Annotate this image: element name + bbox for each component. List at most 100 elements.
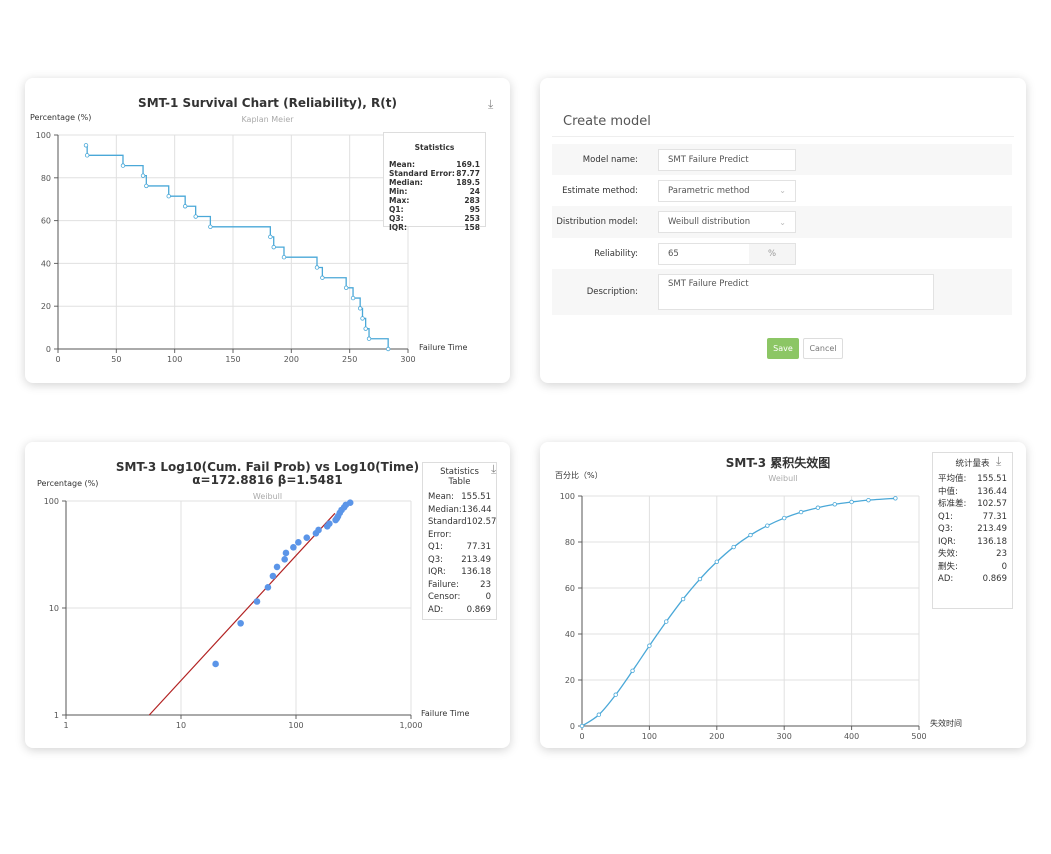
stats-label: Q3: xyxy=(938,524,953,534)
model-name-input[interactable]: SMT Failure Predict xyxy=(658,148,796,171)
stats-label: IQR: xyxy=(389,223,407,232)
stats-value: 24 xyxy=(469,187,480,196)
y-tick-label: 10 xyxy=(49,604,59,613)
data-point xyxy=(357,306,363,311)
stats-label: Q3: xyxy=(389,214,404,223)
download-icon[interactable]: ⤓ xyxy=(996,454,1001,469)
data-point xyxy=(765,523,770,528)
download-icon[interactable]: ⤓ xyxy=(488,97,493,112)
data-point xyxy=(613,692,618,697)
description-value: SMT Failure Predict xyxy=(668,279,749,289)
stats-row: AD: 0.869 xyxy=(938,573,1007,586)
data-point xyxy=(83,143,89,148)
data-point xyxy=(281,254,287,260)
stats-label: 失效: xyxy=(938,549,958,559)
stats-row: 平均值: 155.51 xyxy=(938,473,1007,486)
stats-row: Mean: 155.51 xyxy=(428,491,491,504)
x-tick-label: 400 xyxy=(844,732,859,741)
distribution-model-value: Weibull distribution xyxy=(668,217,751,227)
data-point xyxy=(253,598,261,605)
stats-value: 169.1 xyxy=(456,160,480,169)
estimate-method-select[interactable]: Parametric method ⌄ xyxy=(658,179,796,202)
stats-row: Median: 189.5 xyxy=(389,178,480,187)
x-tick-label: 10 xyxy=(176,721,186,730)
y-tick-label: 20 xyxy=(41,302,51,311)
data-point xyxy=(664,619,669,624)
stats-row: Min: 24 xyxy=(389,187,480,196)
data-point xyxy=(140,173,146,178)
stats-row: Q3: 213.49 xyxy=(938,523,1007,536)
x-tick-label: 0 xyxy=(579,732,584,741)
estimate-method-value: Parametric method xyxy=(668,185,750,196)
form-title: Create model xyxy=(563,114,651,129)
chevron-down-icon: ⌄ xyxy=(779,186,786,195)
stats-value: 136.44 xyxy=(461,504,492,515)
data-point xyxy=(120,163,126,168)
statistics-table: 统计量表 平均值: 155.51 中值: 136.44 标准差: 102.57 Q1: 77.3… xyxy=(932,452,1013,609)
stats-row: Q1: 77.31 xyxy=(428,541,491,554)
stats-label: Mean: xyxy=(389,160,415,169)
stats-value: 0.869 xyxy=(466,604,491,615)
data-point xyxy=(326,520,333,527)
data-point xyxy=(84,153,90,158)
survival-chart-card: 0 50 100 150 200 250 300 0 20 40 60 80 100 SMT-1 Sur… xyxy=(25,78,510,383)
y-axis-label: 百分比（%） xyxy=(555,471,603,480)
stats-value: 77.31 xyxy=(982,511,1007,522)
reliability-input[interactable]: 65% xyxy=(658,242,796,265)
stats-label: 标准差: xyxy=(938,499,967,509)
data-point xyxy=(630,668,635,673)
data-point xyxy=(303,534,311,541)
stats-row: Median: 136.44 xyxy=(428,504,492,517)
x-tick-label: 100 xyxy=(288,721,303,730)
x-axis-label: Failure Time xyxy=(421,709,470,718)
data-point xyxy=(360,316,365,321)
x-tick-label: 1,000 xyxy=(400,721,423,730)
stats-label: Standard Error: xyxy=(389,169,455,178)
data-point xyxy=(731,544,736,550)
y-tick-label: 40 xyxy=(565,630,575,639)
stats-row: Error: xyxy=(428,529,491,542)
stats-value: 95 xyxy=(469,205,480,214)
y-tick-label: 0 xyxy=(570,722,575,731)
data-point xyxy=(271,244,276,250)
stats-row: Censor: 0 xyxy=(428,591,491,604)
stats-label: Mean: xyxy=(428,492,455,502)
stats-label: Max: xyxy=(389,196,410,205)
stats-row: IQR: 136.18 xyxy=(428,566,491,579)
y-tick-label: 20 xyxy=(565,676,575,685)
x-tick-label: 500 xyxy=(911,732,926,741)
y-tick-label: 100 xyxy=(560,492,575,501)
stats-row: IQR: 158 xyxy=(389,223,480,232)
download-icon[interactable]: ⤓ xyxy=(491,462,496,477)
x-tick-label: 50 xyxy=(111,355,121,364)
data-point xyxy=(268,234,273,240)
cancel-button[interactable]: Cancel xyxy=(803,338,843,359)
data-point xyxy=(893,496,898,501)
description-textarea[interactable]: SMT Failure Predict xyxy=(658,274,934,310)
y-tick-label: 1 xyxy=(54,711,59,720)
cumulative-failure-card: 0 100 200 300 400 500 0 20 40 60 80 100 SMT-3 累积失效图… xyxy=(540,442,1026,748)
stats-row: 标准差: 102.57 xyxy=(938,498,1007,511)
reliability-label: Reliability: xyxy=(594,248,638,259)
stats-label: 删失: xyxy=(938,561,958,572)
stats-label: Failure: xyxy=(428,579,459,590)
data-point xyxy=(269,572,277,580)
save-button[interactable]: Save xyxy=(767,338,799,359)
data-point xyxy=(264,584,272,591)
stats-row: Failure: 23 xyxy=(428,579,491,592)
y-axis-label: Percentage (%) xyxy=(30,113,92,122)
stats-row: Standard 102.57 xyxy=(428,516,496,529)
data-point xyxy=(320,275,325,280)
model-name-label: Model name: xyxy=(582,154,638,165)
distribution-model-select[interactable]: Weibull distribution ⌄ xyxy=(658,211,796,233)
y-tick-label: 40 xyxy=(41,259,51,268)
stats-row: AD: 0.869 xyxy=(428,604,491,617)
reliability-value: 65 xyxy=(668,248,679,259)
x-tick-label: 100 xyxy=(642,732,657,741)
data-point xyxy=(166,194,171,199)
data-point xyxy=(596,712,602,717)
estimate-method-label: Estimate method: xyxy=(562,185,638,196)
x-axis-label: Failure Time xyxy=(419,343,468,352)
data-point xyxy=(815,505,821,510)
data-point xyxy=(781,515,787,521)
